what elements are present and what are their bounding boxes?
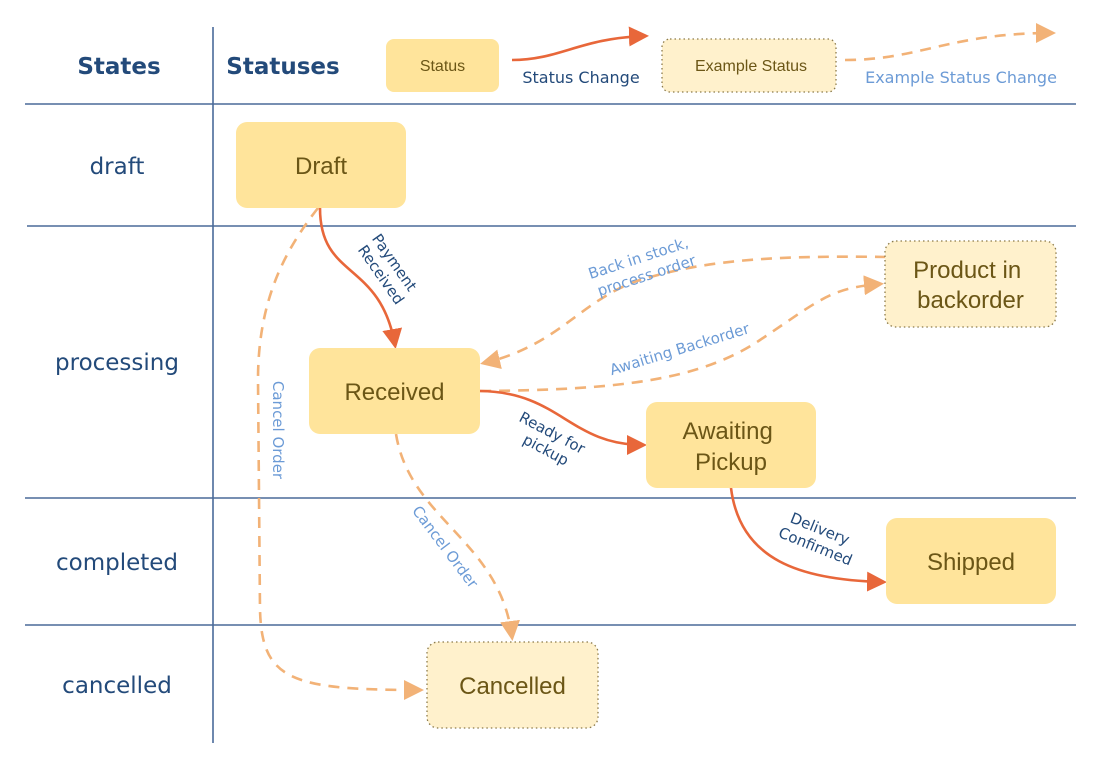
node-shipped-label: Shipped <box>927 549 1015 576</box>
edge-label-cancel-order-from-received: Cancel Order <box>408 502 482 592</box>
lane-label-draft: draft <box>90 154 145 180</box>
edge-received-to-cancelled <box>394 433 520 641</box>
legend-example-status-change-arrow <box>844 23 1056 62</box>
legend-status-label: Status <box>420 58 465 75</box>
node-product-in-backorder[interactable]: Product in backorder <box>884 240 1057 328</box>
legend-example-status-change-label: Example Status Change <box>865 68 1057 87</box>
edge-label-back-in-stock: Back in stock, process order <box>586 232 701 301</box>
lane-labels: draft processing completed cancelled <box>55 154 179 699</box>
legend: Status Status Change Example Status Exam… <box>386 23 1057 93</box>
order-status-diagram: States Statuses Status Status Change Exa… <box>25 23 1076 743</box>
edge-received-to-backorder <box>479 275 884 393</box>
node-received[interactable]: Received <box>309 348 480 434</box>
statuses-header: Statuses <box>226 54 339 80</box>
edge-label-delivery-confirmed: Delivery Confirmed <box>776 507 862 570</box>
lane-label-completed: completed <box>56 550 178 576</box>
edge-label-cancel-order-from-draft: Cancel Order <box>269 381 287 480</box>
node-shipped[interactable]: Shipped <box>886 518 1056 604</box>
node-product-in-backorder-box[interactable] <box>884 240 1057 328</box>
node-draft-label: Draft <box>295 153 347 180</box>
nodes: Draft Received Product in backorder Awai… <box>236 122 1057 729</box>
edge-label-awaiting-backorder: Awaiting Backorder <box>608 319 753 379</box>
edge-label-ready-for-pickup: Ready for pickup <box>508 408 593 476</box>
edge-label-payment-received: Payment Received <box>353 231 423 309</box>
lane-label-processing: processing <box>55 350 179 376</box>
node-received-label: Received <box>344 379 444 406</box>
node-cancelled-label: Cancelled <box>459 673 566 700</box>
legend-status-change-label: Status Change <box>522 68 639 87</box>
node-draft[interactable]: Draft <box>236 122 406 208</box>
states-header: States <box>77 54 160 80</box>
node-awaiting-pickup[interactable]: Awaiting Pickup <box>646 402 816 488</box>
lane-label-cancelled: cancelled <box>62 673 172 699</box>
legend-status-change-arrow <box>511 26 649 62</box>
grid <box>25 27 1076 743</box>
legend-example-status-label: Example Status <box>695 58 807 75</box>
node-cancelled[interactable]: Cancelled <box>426 641 599 729</box>
